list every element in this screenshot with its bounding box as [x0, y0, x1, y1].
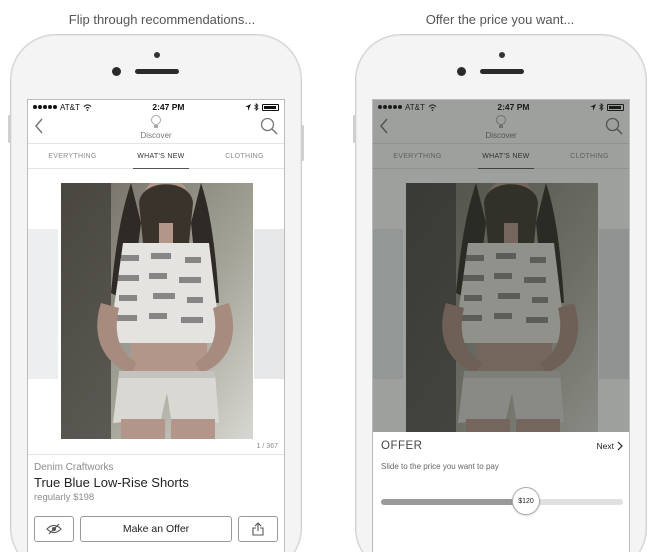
next-button[interactable]: Next	[597, 441, 623, 451]
nav-bar: Discover	[373, 114, 629, 144]
tab-everything[interactable]: EVERYTHING	[44, 144, 100, 168]
tab-whats-new[interactable]: WHAT'S NEW	[478, 144, 534, 169]
nav-title: Discover	[140, 131, 172, 140]
category-tabs: EVERYTHING WHAT'S NEW CLOTHING	[373, 144, 629, 169]
tab-clothing[interactable]: CLOTHING	[566, 144, 613, 168]
prev-card-peek	[373, 229, 403, 379]
product-info: Denim Craftworks True Blue Low-Rise Shor…	[28, 454, 284, 516]
slider-fill	[381, 499, 526, 505]
product-name: True Blue Low-Rise Shorts	[34, 475, 189, 490]
next-card-peek	[599, 229, 629, 379]
status-bar: AT&T 2:47 PM	[373, 100, 629, 114]
nav-title: Discover	[485, 131, 517, 140]
volume-button	[353, 115, 356, 143]
tab-whats-new[interactable]: WHAT'S NEW	[133, 144, 189, 169]
next-label: Next	[596, 441, 614, 451]
action-bar: Make an Offer	[28, 516, 284, 542]
bluetooth-icon	[599, 103, 604, 111]
product-image	[406, 183, 598, 439]
power-button	[301, 125, 304, 161]
share-button[interactable]	[238, 516, 278, 542]
location-icon	[244, 103, 251, 111]
screen-offer: AT&T 2:47 PM Discover EVERYTHING WHAT'S …	[372, 99, 630, 552]
product-image[interactable]	[61, 183, 253, 439]
earpiece-speaker	[135, 69, 179, 74]
status-bar: AT&T 2:47 PM	[28, 100, 284, 114]
offer-title: OFFER	[381, 440, 423, 452]
search-icon[interactable]	[605, 117, 623, 135]
sensor-dot	[499, 52, 505, 58]
carrier-label: AT&T	[60, 102, 80, 112]
tab-clothing[interactable]: CLOTHING	[221, 144, 268, 168]
battery-icon	[606, 103, 624, 111]
offer-panel: OFFER Next Slide to the price you want t…	[373, 432, 629, 552]
wifi-icon	[83, 103, 92, 111]
category-tabs: EVERYTHING WHAT'S NEW CLOTHING	[28, 144, 284, 169]
status-time: 2:47 PM	[497, 102, 530, 112]
status-time: 2:47 PM	[152, 102, 185, 112]
eye-slash-icon	[46, 523, 62, 535]
signal-icon	[378, 105, 402, 109]
lightbulb-icon	[496, 115, 506, 128]
offer-instructions: Slide to the price you want to pay	[381, 462, 499, 471]
carrier-label: AT&T	[405, 102, 425, 112]
phone-left: AT&T 2:47 PM Discover EVERYTHING WHAT'S …	[8, 34, 304, 552]
product-price: regularly $198	[34, 492, 95, 503]
signal-icon	[33, 105, 57, 109]
search-icon[interactable]	[260, 117, 278, 135]
lightbulb-icon	[151, 115, 161, 128]
make-offer-button[interactable]: Make an Offer	[80, 516, 232, 542]
wifi-icon	[428, 103, 437, 111]
sensor-dot	[154, 52, 160, 58]
hide-button[interactable]	[34, 516, 74, 542]
bluetooth-icon	[254, 103, 259, 111]
front-camera	[112, 67, 121, 76]
nav-bar: Discover	[28, 114, 284, 144]
phone-right: AT&T 2:47 PM Discover EVERYTHING WHAT'S …	[353, 34, 647, 552]
share-icon	[252, 522, 264, 536]
caption-right: Offer the price you want...	[425, 12, 575, 27]
earpiece-speaker	[480, 69, 524, 74]
item-counter: 1 / 367	[256, 443, 278, 450]
tab-everything[interactable]: EVERYTHING	[389, 144, 445, 168]
front-camera	[457, 67, 466, 76]
screen-discover: AT&T 2:47 PM Discover EVERYTHING WHAT'S …	[27, 99, 285, 552]
slider-thumb[interactable]: $120	[512, 487, 540, 515]
product-photo-area	[373, 169, 629, 454]
product-brand: Denim Craftworks	[34, 462, 114, 473]
battery-icon	[261, 103, 279, 111]
product-photo-area[interactable]: 1 / 367	[28, 169, 284, 454]
chevron-right-icon	[617, 441, 623, 451]
volume-button	[8, 115, 11, 143]
location-icon	[589, 103, 596, 111]
prev-card-peek	[28, 229, 58, 379]
caption-left: Flip through recommendations...	[68, 12, 256, 27]
next-card-peek	[254, 229, 284, 379]
price-slider[interactable]: $120	[381, 487, 623, 515]
